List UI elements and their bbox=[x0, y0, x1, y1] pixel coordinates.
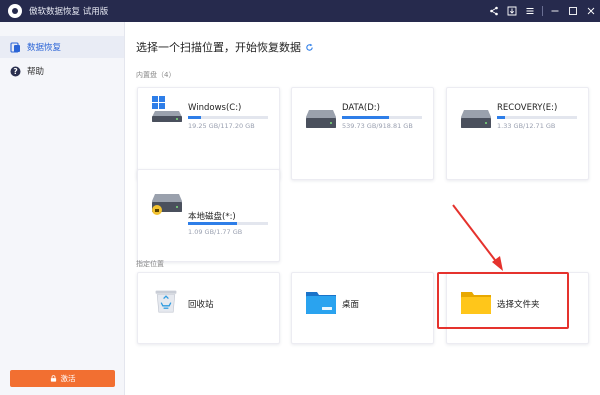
drive-card-c[interactable]: Windows(C:) 19.25 GB/117.20 GB bbox=[137, 87, 280, 180]
drive-name: DATA(D:) bbox=[342, 103, 380, 113]
hard-drive-icon bbox=[461, 110, 491, 128]
activate-button[interactable]: 激活 bbox=[10, 370, 115, 387]
activate-label: 激活 bbox=[60, 374, 76, 383]
windows-drive-icon bbox=[152, 96, 182, 122]
location-card-desktop[interactable]: 桌面 bbox=[291, 272, 434, 344]
usage-bar-fill bbox=[188, 116, 202, 119]
hard-drive-locked-icon bbox=[152, 194, 182, 215]
specified-location-label: 指定位置 bbox=[136, 260, 164, 268]
minimize-icon[interactable] bbox=[546, 0, 564, 22]
help-icon: ? bbox=[10, 66, 21, 77]
app-logo-icon bbox=[8, 4, 22, 18]
drive-card-local[interactable]: 本地磁盘(*:) 1.09 GB/1.77 GB bbox=[137, 169, 280, 262]
title-bar: 傲软数据恢复 试用版 bbox=[0, 0, 600, 22]
sidebar: 数据恢复 ? 帮助 激活 bbox=[0, 22, 125, 395]
desktop-folder-icon bbox=[306, 292, 336, 314]
toolbar-divider bbox=[542, 6, 543, 16]
recycle-bin-icon bbox=[155, 290, 177, 313]
location-name: 桌面 bbox=[342, 300, 360, 310]
location-card-recycle-bin[interactable]: 回收站 bbox=[137, 272, 280, 344]
sidebar-item-label: 帮助 bbox=[27, 67, 45, 77]
drive-size: 19.25 GB/117.20 GB bbox=[188, 122, 255, 130]
data-recovery-icon bbox=[10, 41, 21, 53]
page-title-text: 选择一个扫描位置，开始恢复数据 bbox=[136, 41, 301, 54]
maximize-icon[interactable] bbox=[564, 0, 582, 22]
hard-drive-icon bbox=[306, 110, 336, 128]
usage-bar bbox=[497, 116, 577, 119]
drive-size: 1.33 GB/12.71 GB bbox=[497, 122, 556, 130]
location-name: 回收站 bbox=[188, 300, 214, 310]
usage-bar-fill bbox=[497, 116, 506, 119]
drive-name: RECOVERY(E:) bbox=[497, 103, 558, 113]
sidebar-item-help[interactable]: ? 帮助 bbox=[0, 60, 124, 82]
usage-bar-fill bbox=[188, 222, 238, 225]
refresh-icon[interactable] bbox=[305, 43, 314, 52]
share-icon[interactable] bbox=[485, 0, 503, 22]
page-title: 选择一个扫描位置，开始恢复数据 bbox=[136, 39, 314, 55]
window-controls bbox=[485, 0, 600, 22]
drive-size: 1.09 GB/1.77 GB bbox=[188, 228, 243, 236]
usage-bar bbox=[188, 222, 268, 225]
close-icon[interactable] bbox=[582, 0, 600, 22]
drive-name: Windows(C:) bbox=[188, 103, 242, 113]
drive-card-e[interactable]: RECOVERY(E:) 1.33 GB/12.71 GB bbox=[446, 87, 589, 180]
annotation-highlight-box bbox=[437, 272, 569, 329]
usage-bar-fill bbox=[342, 116, 389, 119]
usage-bar bbox=[188, 116, 268, 119]
lock-icon bbox=[50, 375, 56, 382]
sidebar-item-data-recovery[interactable]: 数据恢复 bbox=[0, 36, 124, 58]
usage-bar bbox=[342, 116, 422, 119]
drive-card-d[interactable]: DATA(D:) 539.73 GB/918.81 GB bbox=[291, 87, 434, 180]
menu-icon[interactable] bbox=[521, 0, 539, 22]
download-icon[interactable] bbox=[503, 0, 521, 22]
drive-name: 本地磁盘(*:) bbox=[188, 212, 236, 222]
svg-text:?: ? bbox=[13, 67, 17, 76]
sidebar-item-label: 数据恢复 bbox=[27, 43, 62, 53]
app-title: 傲软数据恢复 试用版 bbox=[29, 7, 109, 17]
builtin-drives-label: 内置盘（4） bbox=[136, 71, 176, 79]
drive-size: 539.73 GB/918.81 GB bbox=[342, 122, 413, 130]
main-panel: 选择一个扫描位置，开始恢复数据 内置盘（4） Windows(C:) 19.25… bbox=[126, 22, 600, 395]
